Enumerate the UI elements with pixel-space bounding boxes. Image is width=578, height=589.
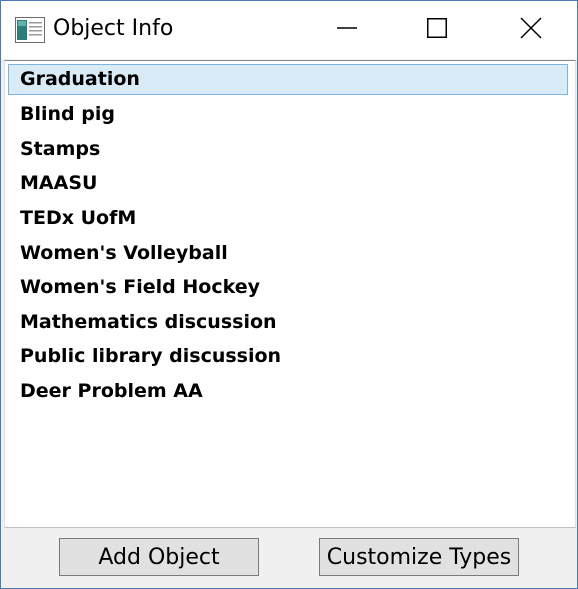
list-item[interactable]: Blind pig xyxy=(8,99,568,130)
list-item[interactable]: Deer Problem AA xyxy=(8,376,568,407)
close-icon xyxy=(520,16,542,44)
list-item[interactable]: Stamps xyxy=(8,134,568,165)
list-item[interactable]: Public library discussion xyxy=(8,341,568,372)
maximize-icon xyxy=(427,17,447,43)
app-window-icon xyxy=(15,17,45,43)
object-info-window: Object Info Graduation Blind pig Stamps … xyxy=(0,0,578,589)
close-button[interactable] xyxy=(485,1,577,59)
maximize-button[interactable] xyxy=(391,1,483,59)
title-bar[interactable]: Object Info xyxy=(1,1,577,59)
list-item[interactable]: Mathematics discussion xyxy=(8,307,568,338)
list-item[interactable]: TEDx UofM xyxy=(8,203,568,234)
list-item[interactable]: MAASU xyxy=(8,168,568,199)
minimize-button[interactable] xyxy=(301,1,393,59)
list-item[interactable]: Women's Field Hockey xyxy=(8,272,568,303)
add-object-button[interactable]: Add Object xyxy=(59,538,259,576)
list-item[interactable]: Graduation xyxy=(8,64,568,95)
minimize-icon xyxy=(337,18,357,43)
window-title: Object Info xyxy=(53,16,174,41)
object-list[interactable]: Graduation Blind pig Stamps MAASU TEDx U… xyxy=(4,60,576,528)
list-item[interactable]: Women's Volleyball xyxy=(8,238,568,269)
customize-types-button[interactable]: Customize Types xyxy=(319,538,519,576)
